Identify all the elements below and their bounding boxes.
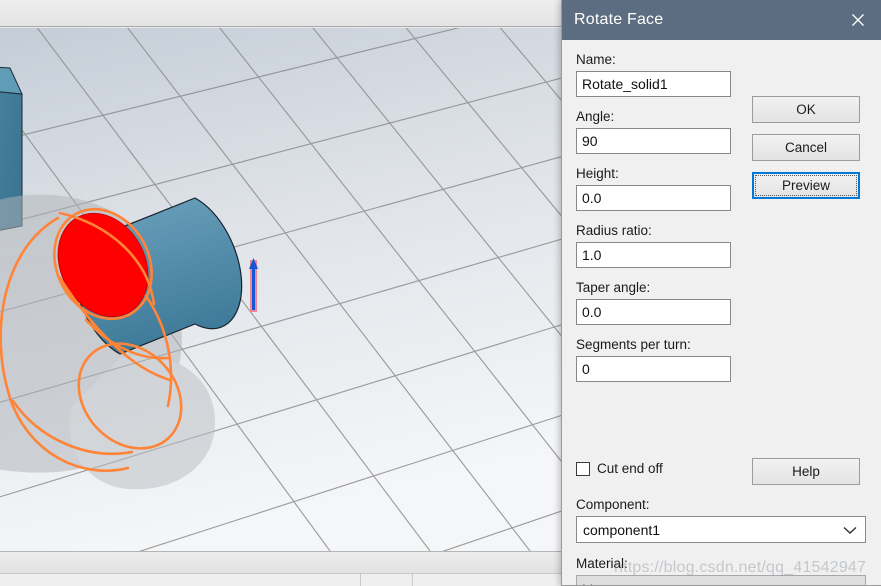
preview-button-label: Preview: [781, 178, 830, 193]
dialog-titlebar[interactable]: Rotate Face: [562, 0, 881, 40]
ok-button[interactable]: OK: [752, 96, 860, 123]
radius-ratio-input[interactable]: [576, 242, 731, 268]
cancel-button[interactable]: Cancel: [752, 134, 860, 161]
3d-viewport[interactable]: [0, 28, 561, 551]
status-cell-1: [360, 574, 408, 586]
status-cell-2: [412, 574, 482, 586]
segments-per-turn-label: Segments per turn:: [576, 337, 691, 352]
angle-input[interactable]: [576, 128, 731, 154]
name-label: Name:: [576, 52, 616, 67]
close-icon[interactable]: [835, 0, 881, 40]
checkbox-box-icon: [576, 461, 590, 476]
component-label: Component:: [576, 497, 650, 512]
axis-arrow: [249, 258, 258, 312]
taper-angle-input[interactable]: [576, 299, 731, 325]
dialog-body: Name: Angle: Height: Radius ratio: Taper…: [562, 40, 881, 586]
name-input[interactable]: [576, 71, 731, 97]
chevron-down-icon: [843, 522, 857, 538]
rotate-face-dialog: Rotate Face Name: Angle: Height: Radius …: [561, 0, 881, 586]
dialog-title: Rotate Face: [574, 11, 664, 28]
viewport-scene: [0, 28, 561, 551]
radius-ratio-label: Radius ratio:: [576, 223, 652, 238]
cut-end-off-checkbox[interactable]: Cut end off: [576, 461, 663, 476]
cut-end-off-label: Cut end off: [597, 461, 663, 476]
application-window: Rotate Face Name: Angle: Height: Radius …: [0, 0, 881, 586]
component-select-value: component1: [583, 521, 661, 538]
material-select[interactable]: Vacuum: [576, 575, 866, 586]
material-select-value: Vacuum: [583, 581, 633, 586]
help-button[interactable]: Help: [752, 458, 860, 485]
material-label: Material:: [576, 556, 628, 571]
component-select[interactable]: component1: [576, 516, 866, 543]
preview-button[interactable]: Preview: [752, 172, 860, 199]
height-input[interactable]: [576, 185, 731, 211]
chevron-down-icon: [843, 581, 857, 586]
segments-per-turn-input[interactable]: [576, 356, 731, 382]
taper-angle-label: Taper angle:: [576, 280, 651, 295]
